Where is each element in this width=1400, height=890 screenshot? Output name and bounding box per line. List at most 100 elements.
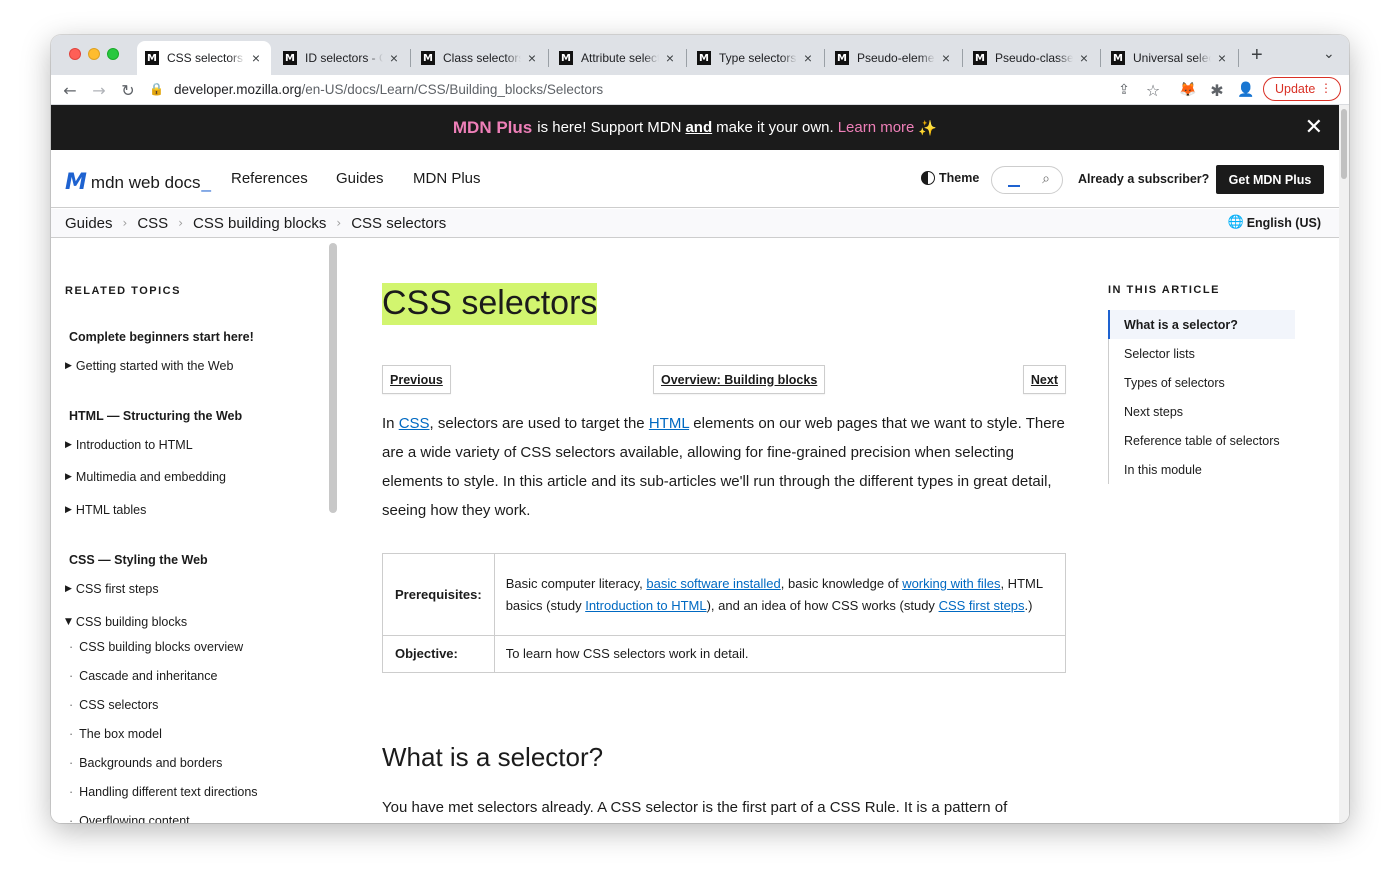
tab-id-selectors[interactable]: M ID selectors - CSS: Cascading Style Sh… xyxy=(275,41,409,75)
more-menu-icon[interactable]: ⋮ xyxy=(1320,81,1332,95)
toc-item-what-is-a-selector[interactable]: What is a selector? xyxy=(1108,310,1295,339)
search-icon[interactable]: ⌕ xyxy=(1042,171,1050,187)
new-tab-button[interactable]: + xyxy=(1251,45,1263,65)
close-icon[interactable]: × xyxy=(1215,50,1229,66)
tab-type-selectors[interactable]: M Type selectors - CSS × xyxy=(689,41,823,75)
page-scrollbar-thumb[interactable] xyxy=(1341,109,1347,179)
already-subscriber-link[interactable]: Already a subscriber? xyxy=(1078,172,1209,186)
forward-arrow-icon[interactable]: → xyxy=(88,79,110,101)
breadcrumb-css[interactable]: CSS xyxy=(137,215,168,232)
close-icon[interactable]: × xyxy=(939,50,953,66)
prereq-text: .) xyxy=(1024,597,1033,613)
bookmark-star-icon[interactable]: ☆ xyxy=(1142,79,1164,101)
toc-item-types-of-selectors[interactable]: Types of selectors xyxy=(1109,368,1295,397)
share-icon[interactable]: ⇪ xyxy=(1113,79,1135,101)
toc-list: What is a selector? Selector lists Types… xyxy=(1108,310,1295,484)
working-with-files-link[interactable]: working with files xyxy=(902,576,1000,591)
overview-button[interactable]: Overview: Building blocks xyxy=(653,365,826,394)
toc-item-reference-table[interactable]: Reference table of selectors xyxy=(1109,426,1295,455)
mdn-favicon-icon: M xyxy=(835,51,849,65)
metamask-fox-icon[interactable]: 🦊 xyxy=(1177,79,1199,101)
sidebar-item-css-building-blocks[interactable]: ▼ CSS building blocks xyxy=(65,615,187,629)
minimize-window-button[interactable] xyxy=(88,48,100,60)
mdn-logo[interactable]: M mdn web docs _ xyxy=(65,170,211,195)
banner-learn-more-link[interactable]: Learn more xyxy=(838,119,915,136)
maximize-window-button[interactable] xyxy=(107,48,119,60)
reload-icon[interactable]: ↻ xyxy=(117,79,139,101)
sidebar-item-label: CSS first steps xyxy=(75,582,159,596)
sidebar-subitem[interactable]: · Overflowing content xyxy=(69,814,190,823)
sidebar-item-multimedia[interactable]: ▶ Multimedia and embedding xyxy=(65,470,226,484)
get-mdn-plus-button[interactable]: Get MDN Plus xyxy=(1216,165,1324,194)
update-button[interactable]: Update ⋮ xyxy=(1263,77,1341,101)
tab-pseudo-elements[interactable]: M Pseudo-elements - CSS × xyxy=(827,41,961,75)
address-bar[interactable]: 🔒 developer.mozilla.org/en-US/docs/Learn… xyxy=(149,75,1149,103)
tab-search-chevron-icon[interactable]: ⌄ xyxy=(1323,45,1335,62)
sidebar-scrollbar-thumb[interactable] xyxy=(329,243,337,513)
prereq-text: , basic knowledge of xyxy=(780,575,899,591)
theme-icon xyxy=(921,171,935,185)
sidebar-subitem[interactable]: · The box model xyxy=(69,727,162,741)
language-switcher[interactable]: 🌐 English (US) xyxy=(1228,215,1322,230)
toc-item-in-this-module[interactable]: In this module xyxy=(1109,455,1295,484)
sidebar-item-getting-started[interactable]: ▶ Getting started with the Web xyxy=(65,359,233,373)
mdn-favicon-icon: M xyxy=(697,51,711,65)
breadcrumb-building-blocks[interactable]: CSS building blocks xyxy=(193,215,326,232)
sidebar-item-css-first-steps[interactable]: ▶ CSS first steps xyxy=(65,582,159,596)
extensions-puzzle-icon[interactable]: ✱ xyxy=(1206,79,1228,101)
profile-avatar-icon[interactable]: 👤 xyxy=(1235,79,1257,101)
sidebar-subitem[interactable]: · Handling different text directions xyxy=(69,785,258,799)
tab-class-selectors[interactable]: M Class selectors - CSS × xyxy=(413,41,547,75)
breadcrumb-css-selectors[interactable]: CSS selectors xyxy=(351,215,446,232)
html-link[interactable]: HTML xyxy=(649,415,689,432)
chevron-right-icon: › xyxy=(122,216,128,230)
sidebar: RELATED TOPICS Complete beginners start … xyxy=(51,239,341,823)
close-icon[interactable]: × xyxy=(1077,50,1091,66)
tab-strip: M CSS selectors - Learn web development … xyxy=(51,35,1349,75)
update-label: Update xyxy=(1275,82,1316,96)
close-icon[interactable]: × xyxy=(387,50,401,66)
search-input[interactable]: ⌕ xyxy=(991,166,1063,194)
theme-switcher[interactable]: Theme xyxy=(921,171,979,185)
close-icon[interactable]: × xyxy=(525,50,539,66)
page-scrollbar[interactable] xyxy=(1339,105,1349,823)
tab-attribute-selectors[interactable]: M Attribute selectors × xyxy=(551,41,685,75)
sidebar-item-html-tables[interactable]: ▶ HTML tables xyxy=(65,503,146,517)
nav-link-references[interactable]: References xyxy=(231,170,308,187)
mdn-plus-banner: MDN Plus is here! Support MDN and make i… xyxy=(51,105,1339,150)
tab-css-selectors[interactable]: M CSS selectors - Learn web development … xyxy=(137,41,271,75)
chevron-right-icon: › xyxy=(336,216,342,230)
intro-to-html-link[interactable]: Introduction to HTML xyxy=(585,598,706,613)
toc-item-next-steps[interactable]: Next steps xyxy=(1109,397,1295,426)
sidebar-group-beginners: Complete beginners start here! xyxy=(69,330,254,344)
sidebar-item-intro-html[interactable]: ▶ Introduction to HTML xyxy=(65,438,193,452)
css-first-steps-link[interactable]: CSS first steps xyxy=(939,598,1025,613)
nav-link-mdn-plus[interactable]: MDN Plus xyxy=(413,170,481,187)
tab-separator xyxy=(1100,49,1101,67)
close-icon[interactable]: × xyxy=(663,50,677,66)
toc-item-selector-lists[interactable]: Selector lists xyxy=(1109,339,1295,368)
back-arrow-icon[interactable]: ← xyxy=(59,79,81,101)
close-icon[interactable]: × xyxy=(249,50,263,66)
mdn-favicon-icon: M xyxy=(559,51,573,65)
close-window-button[interactable] xyxy=(69,48,81,60)
previous-button[interactable]: Previous xyxy=(382,365,451,394)
banner-close-icon[interactable]: ✕ xyxy=(1305,115,1323,140)
breadcrumb-guides[interactable]: Guides xyxy=(65,215,113,232)
nav-link-guides[interactable]: Guides xyxy=(336,170,384,187)
lock-icon[interactable]: 🔒 xyxy=(149,82,164,96)
sidebar-subitem[interactable]: · CSS selectors xyxy=(69,698,158,712)
sidebar-subitem[interactable]: · CSS building blocks overview xyxy=(69,640,243,654)
css-link[interactable]: CSS xyxy=(399,415,430,432)
tab-pseudo-classes[interactable]: M Pseudo-classes - CSS × xyxy=(965,41,1099,75)
sidebar-subitem[interactable]: · Cascade and inheritance xyxy=(69,669,217,683)
tab-title: Attribute selectors xyxy=(581,51,659,65)
next-button[interactable]: Next xyxy=(1022,365,1066,394)
sidebar-subitem-label: The box model xyxy=(79,727,162,741)
close-icon[interactable]: × xyxy=(801,50,815,66)
tab-universal-selectors[interactable]: M Universal selectors × xyxy=(1103,41,1237,75)
tab-title: Class selectors - CSS xyxy=(443,51,521,65)
section-paragraph: You have met selectors already. A CSS se… xyxy=(382,799,1008,816)
basic-software-link[interactable]: basic software installed xyxy=(646,576,780,591)
sidebar-subitem[interactable]: · Backgrounds and borders xyxy=(69,756,222,770)
